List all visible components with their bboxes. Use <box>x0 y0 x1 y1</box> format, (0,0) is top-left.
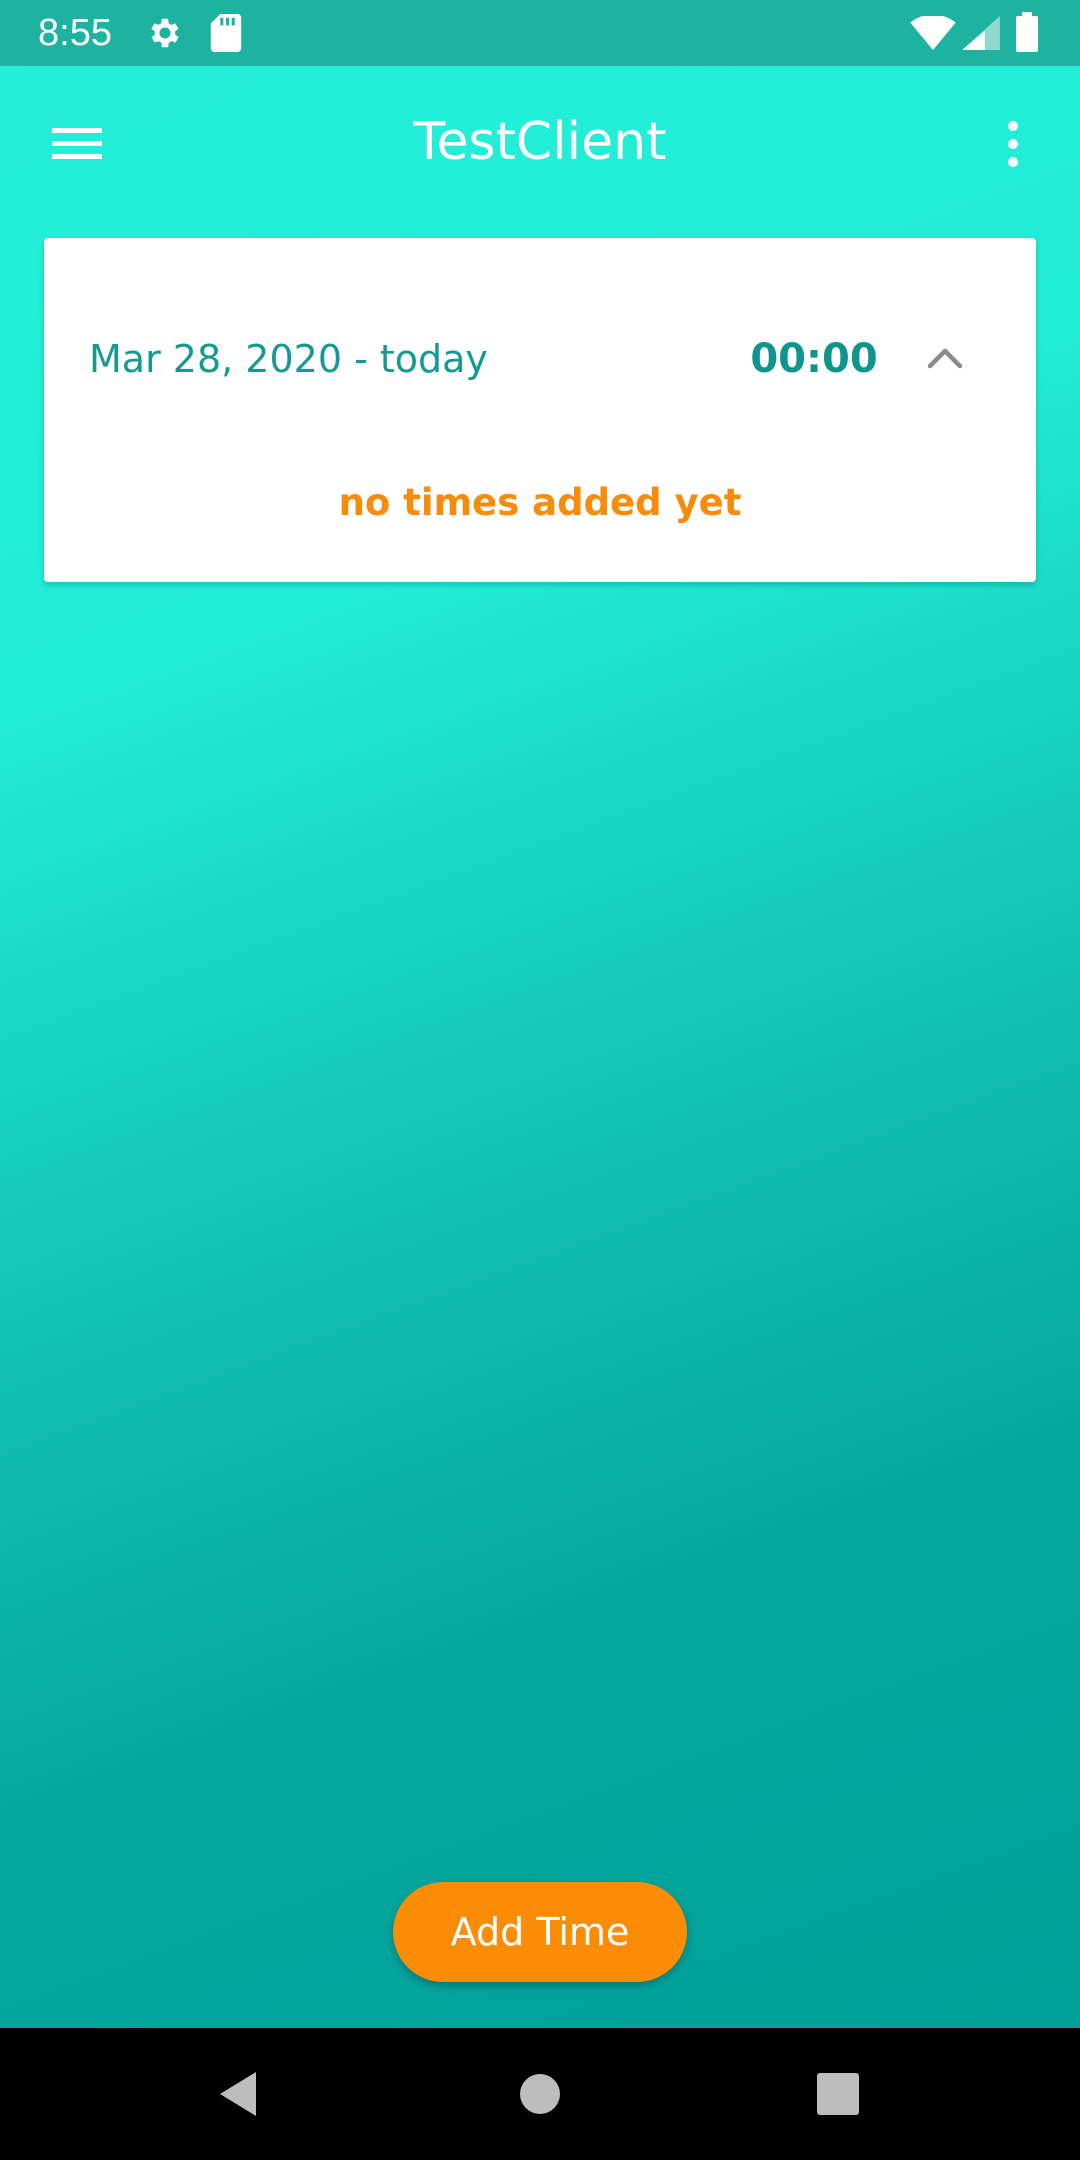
more-vertical-icon[interactable] <box>990 116 1036 176</box>
status-time: 8:55 <box>38 12 112 54</box>
system-navigation-bar <box>0 2028 1080 2160</box>
add-time-button[interactable]: Add Time <box>393 1882 687 1982</box>
chevron-up-icon[interactable] <box>914 328 976 390</box>
signal-icon <box>962 16 1000 50</box>
total-time: 00:00 <box>750 336 878 382</box>
period-label: Mar 28, 2020 - today <box>89 337 488 381</box>
battery-icon <box>1016 12 1038 52</box>
app-toolbar: TestClient <box>0 66 1080 218</box>
back-icon[interactable] <box>208 2062 272 2126</box>
wifi-icon <box>910 16 956 50</box>
app-screen: 8:55 TestClient Mar 28, 2020 - today 00:… <box>0 0 1080 2028</box>
status-bar: 8:55 <box>0 0 1080 66</box>
home-icon[interactable] <box>508 2062 572 2126</box>
toolbar-title: TestClient <box>413 112 667 172</box>
settings-icon <box>151 18 179 48</box>
time-summary-card: Mar 28, 2020 - today 00:00 no times adde… <box>44 238 1036 582</box>
recents-icon[interactable] <box>806 2062 870 2126</box>
empty-times-message: no times added yet <box>338 481 742 524</box>
sd-card-icon <box>210 14 242 52</box>
